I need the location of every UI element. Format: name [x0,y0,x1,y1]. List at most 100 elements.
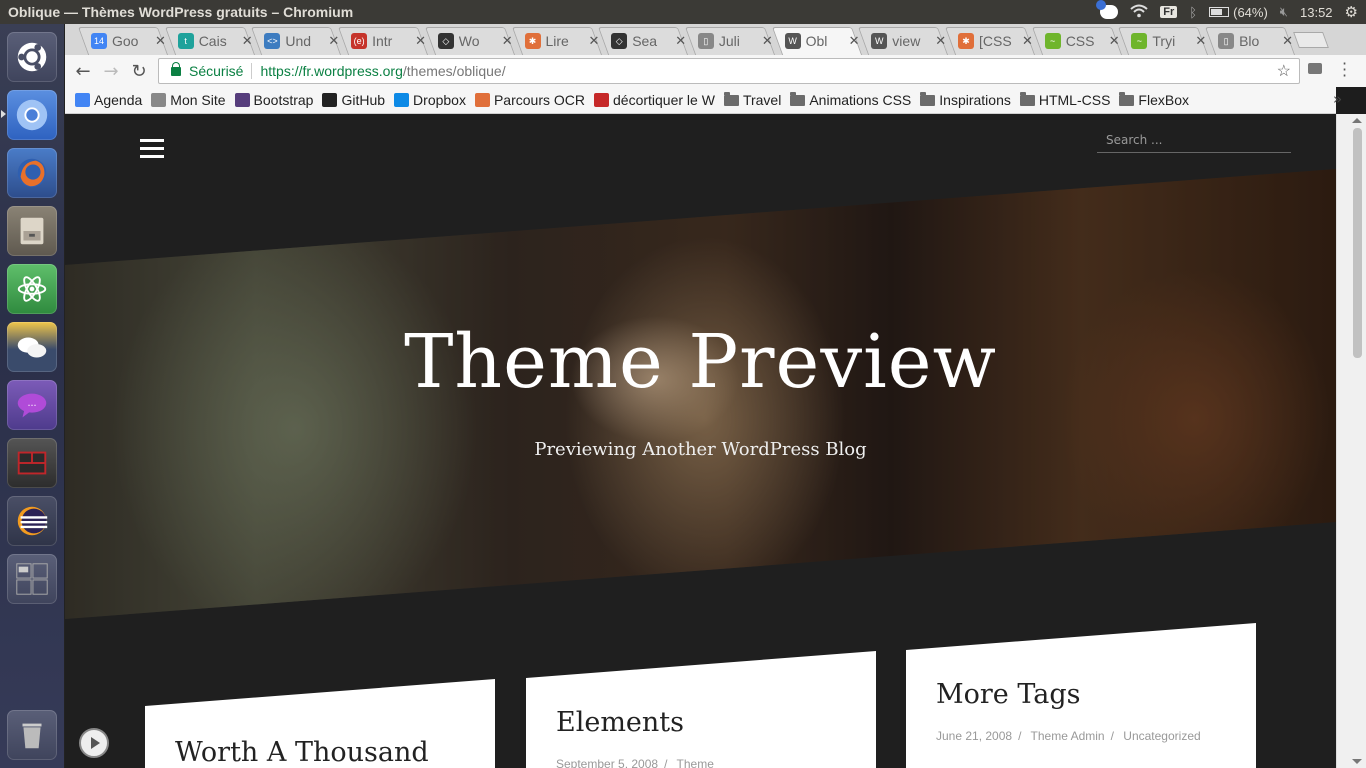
browser-tab[interactable]: W Obl ✕ [777,27,867,55]
scroll-thumb[interactable] [1353,128,1362,358]
bookmark-label: Dropbox [413,92,466,108]
ubuntu-dash-button[interactable] [7,32,57,82]
tab-close-icon[interactable]: ✕ [155,33,166,49]
workspace-switcher[interactable] [7,554,57,604]
messaging-launcher[interactable] [7,322,57,372]
terminal-launcher[interactable] [7,438,57,488]
tab-close-icon[interactable]: ✕ [502,33,513,49]
screenshot-extension-icon[interactable] [1308,63,1322,74]
address-bar[interactable]: Sécurisé https://fr.wordpress.org/themes… [158,58,1300,84]
reload-button[interactable]: ↻ [125,61,153,82]
bookmark-label: Inspirations [939,92,1011,108]
tab-label: Intr [372,33,393,49]
tab-close-icon[interactable]: ✕ [762,33,773,49]
tab-close-icon[interactable]: ✕ [1022,33,1033,49]
scroll-up-arrow-icon[interactable] [1352,118,1362,123]
post-author[interactable]: Theme Admin [1031,729,1105,743]
browser-tab[interactable]: ◇ Sea ✕ [603,27,693,55]
tab-close-icon[interactable]: ✕ [675,33,686,49]
browser-tab[interactable]: ✱ [CSS ✕ [950,27,1040,55]
bookmark-item[interactable]: décortiquer le W [594,92,715,108]
tab-favicon-icon: ~ [1044,33,1061,49]
browser-tab[interactable]: Wview ✕ [863,27,953,55]
volume-muted-icon[interactable]: 🔇︎ [1280,4,1288,20]
post-card[interactable]: Elements September 5, 2008 / Theme [526,651,876,768]
browser-tab[interactable]: 14 Goo ✕ [83,27,173,55]
firefox-launcher[interactable] [7,148,57,198]
address-separator [251,63,253,79]
post-title[interactable]: More Tags [936,679,1081,710]
lock-icon [171,61,181,76]
post-card[interactable]: Worth A Thousand [145,679,495,768]
folder-icon [790,91,806,106]
browser-tab[interactable]: ~ Tryi ✕ [1123,27,1213,55]
tab-close-icon[interactable]: ✕ [1195,33,1206,49]
chromium-launcher[interactable] [7,90,57,140]
bookmark-item[interactable]: Travel [723,91,781,108]
post-category[interactable]: Uncategorized [1123,729,1200,743]
tab-close-icon[interactable]: ✕ [415,33,426,49]
pidgin-launcher[interactable]: ... [7,380,57,430]
browser-tab[interactable]: <> Und ✕ [256,27,346,55]
post-meta: June 21, 2008 / Theme Admin / Uncategorize… [936,729,1207,743]
bookmark-item[interactable]: HTML-CSS [1019,91,1110,108]
tab-close-icon[interactable]: ✕ [1109,33,1120,49]
bookmarks-overflow-icon[interactable]: » [1333,90,1342,108]
bookmark-item[interactable]: Mon Site [151,92,226,108]
browser-tab[interactable]: (e) Intr ✕ [343,27,433,55]
tab-label: view [892,33,921,49]
bookmark-item[interactable]: Inspirations [920,91,1011,108]
post-date[interactable]: September 5, 2008 [556,757,658,768]
tab-close-icon[interactable]: ✕ [328,33,339,49]
bluetooth-icon[interactable]: ᛒ [1189,5,1197,20]
browser-tab[interactable]: t Cais ✕ [170,27,260,55]
bookmark-label: Mon Site [170,92,226,108]
browser-tab[interactable]: ◇ Wo ✕ [430,27,520,55]
post-author[interactable]: Theme [677,757,714,768]
clock[interactable]: 13:52 [1300,5,1333,20]
weather-icon[interactable] [1096,0,1119,19]
security-label[interactable]: Sécurisé [189,63,243,79]
tab-close-icon[interactable]: ✕ [935,33,946,49]
keyboard-layout-indicator[interactable]: Fr [1160,6,1178,18]
tab-close-icon[interactable]: ✕ [1282,33,1293,49]
files-launcher[interactable] [7,206,57,256]
bookmark-item[interactable]: Bootstrap [234,92,313,108]
bookmark-star-icon[interactable]: ☆ [1277,61,1291,81]
bookmark-item[interactable]: Parcours OCR [474,92,585,108]
hamburger-menu-icon[interactable] [140,139,164,163]
scroll-down-arrow-icon[interactable] [1352,759,1362,764]
post-date[interactable]: June 21, 2008 [936,729,1012,743]
atom-launcher[interactable] [7,264,57,314]
settings-gear-icon[interactable]: ⚙ [1345,3,1358,21]
search-input[interactable] [1097,128,1291,153]
bookmark-item[interactable]: FlexBox [1119,91,1189,108]
eclipse-launcher[interactable] [7,496,57,546]
post-card[interactable]: More Tags June 21, 2008 / Theme Admin / Un… [906,623,1256,768]
play-button-icon[interactable] [79,728,109,758]
bookmark-item[interactable]: Agenda [75,92,142,108]
menu-icon[interactable]: · · · [1342,56,1347,84]
tab-close-icon[interactable]: ✕ [242,33,253,49]
back-button[interactable]: ← [69,61,97,82]
unity-launcher: ... [0,24,65,768]
browser-tab[interactable]: ▯ Blo ✕ [1210,27,1300,55]
tab-close-icon[interactable]: ✕ [589,33,600,49]
bookmark-item[interactable]: GitHub [322,92,385,108]
post-title[interactable]: Elements [556,707,684,738]
post-title[interactable]: Worth A Thousand [175,737,429,768]
ocr-icon [474,93,490,107]
browser-tab[interactable]: ~ CSS ✕ [1037,27,1127,55]
bookmark-item[interactable]: Animations CSS [790,91,911,108]
wifi-icon[interactable] [1130,4,1148,21]
tab-label: Obl [805,33,828,49]
tab-label: Juli [718,33,740,49]
forward-button[interactable]: → [97,61,125,82]
battery-indicator[interactable]: (64%) [1209,5,1268,20]
browser-tab[interactable]: ▯ Juli ✕ [690,27,780,55]
tab-close-icon[interactable]: ✕ [849,33,860,49]
trash-launcher[interactable] [7,710,57,760]
browser-tab[interactable]: ✱ Lire ✕ [517,27,607,55]
page-scrollbar[interactable] [1336,114,1366,768]
bookmark-item[interactable]: Dropbox [394,92,466,108]
